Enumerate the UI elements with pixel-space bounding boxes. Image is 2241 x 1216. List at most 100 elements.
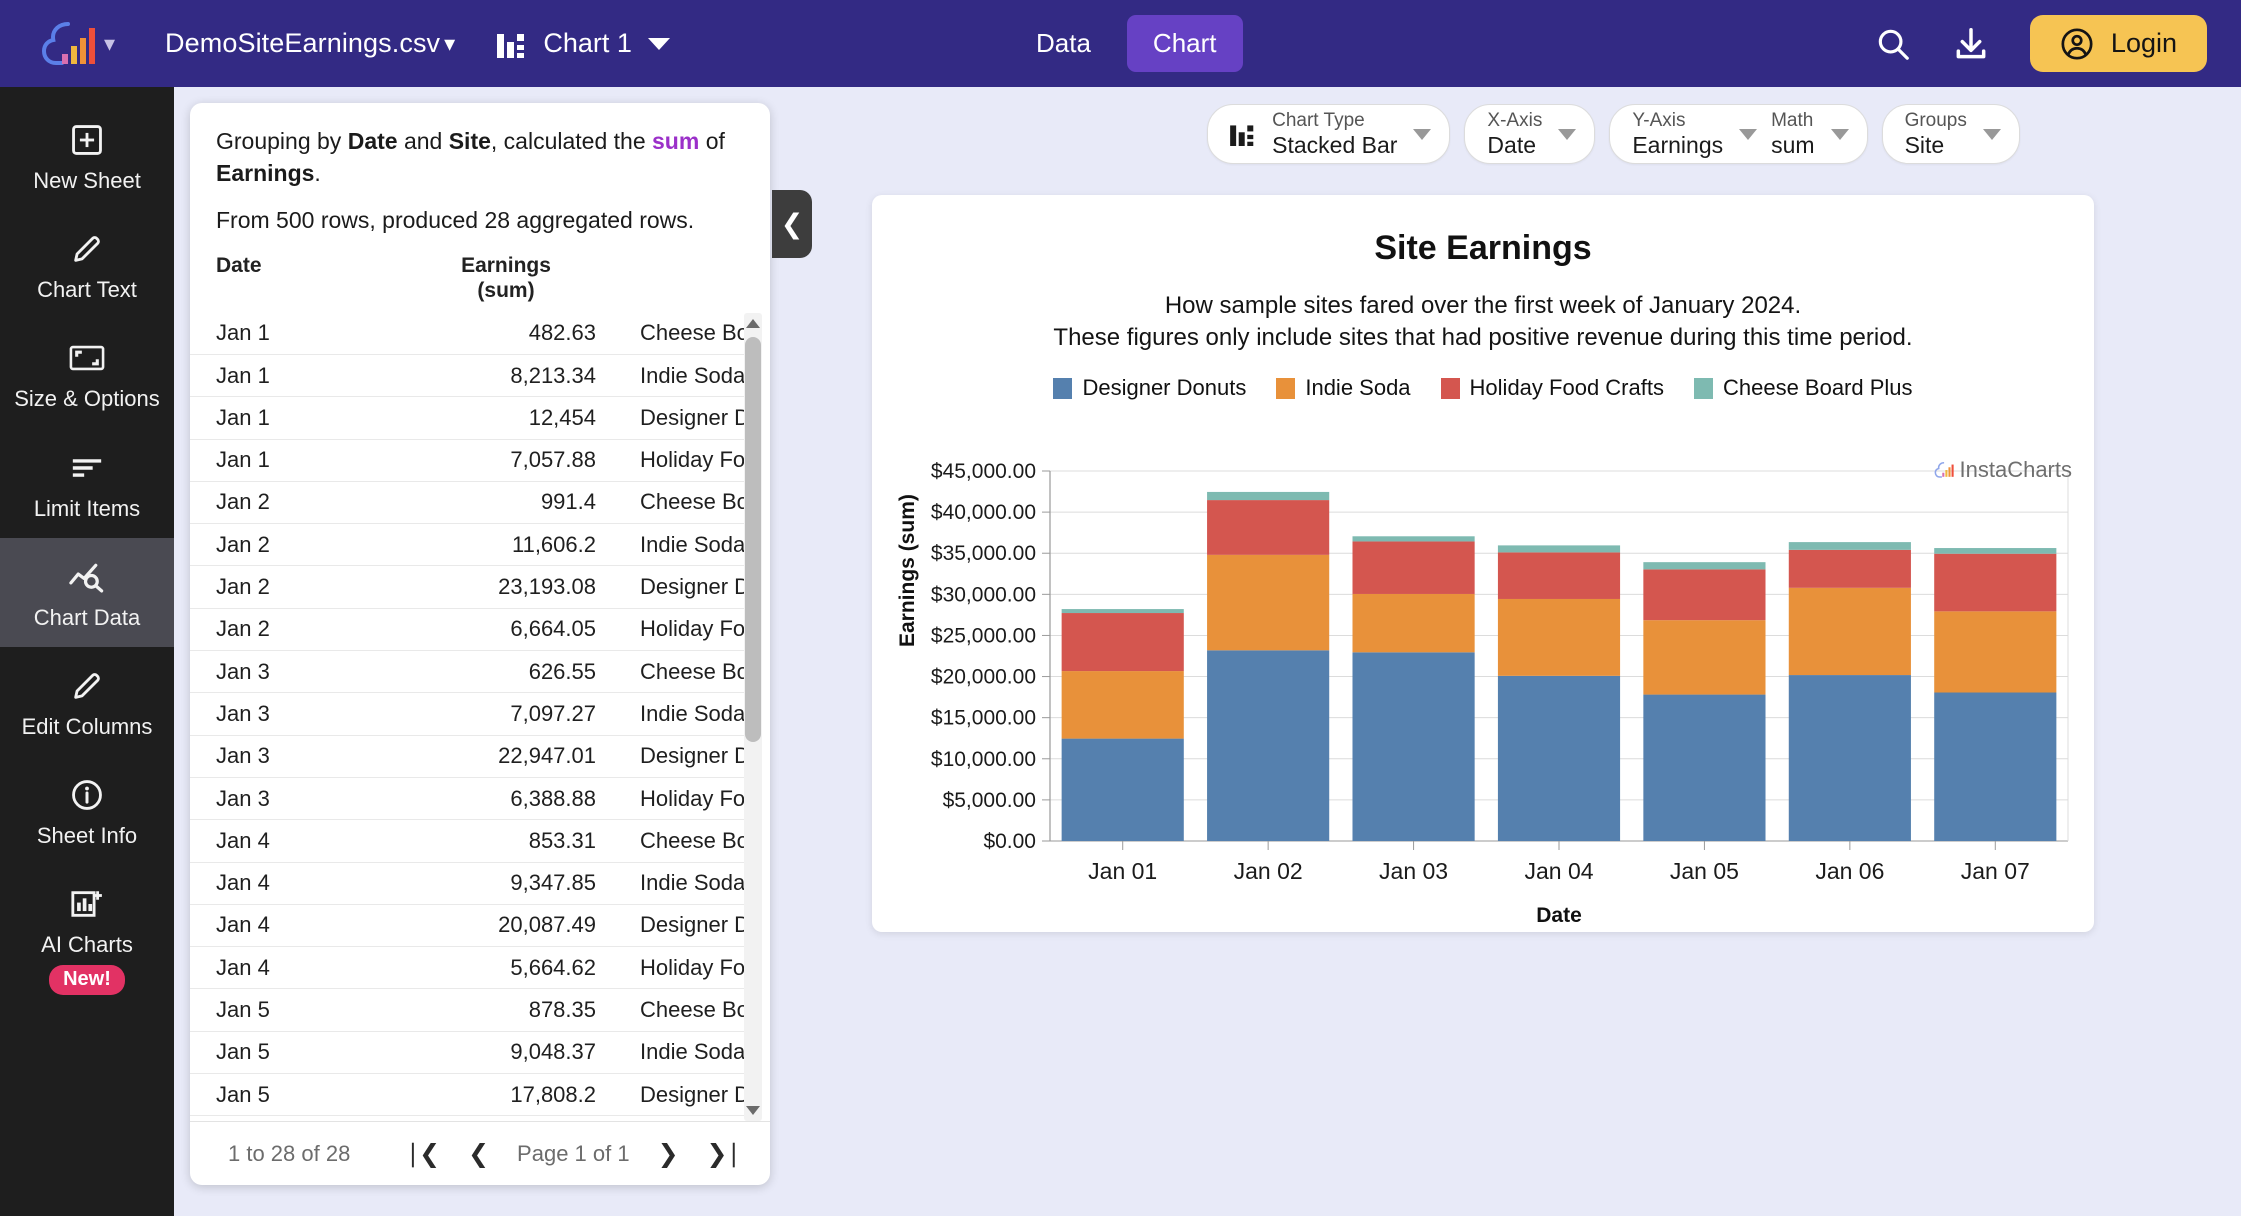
table-row[interactable]: Jan 36,388.88Holiday Foo… xyxy=(190,778,744,820)
download-icon[interactable] xyxy=(1952,25,1990,63)
chart-bar-segment[interactable] xyxy=(1643,562,1765,569)
table-row[interactable]: Jan 4853.31Cheese Boar… xyxy=(190,820,744,862)
scroll-down-icon[interactable] xyxy=(746,1106,760,1115)
search-icon[interactable] xyxy=(1874,25,1912,63)
y-axis-math-dropdown[interactable]: Y-Axis Earnings Math sum xyxy=(1609,104,1867,164)
chart-bar-segment[interactable] xyxy=(1498,676,1620,841)
table-row[interactable]: Jan 17,057.88Holiday Foo… xyxy=(190,440,744,482)
chart-bar-segment[interactable] xyxy=(1643,620,1765,694)
table-row[interactable]: Jan 112,454Designer Do… xyxy=(190,397,744,439)
table-row[interactable]: Jan 420,087.49Designer Do… xyxy=(190,905,744,947)
chart-bar-segment[interactable] xyxy=(1789,550,1911,588)
tab-chart[interactable]: Chart xyxy=(1127,15,1243,72)
cell-date: Jan 3 xyxy=(216,786,416,812)
math-field[interactable]: Math sum xyxy=(1771,110,1848,158)
file-name-menu[interactable]: DemoSiteEarnings.csv ▾ xyxy=(165,28,455,59)
x-axis-dropdown[interactable]: X-Axis Date xyxy=(1464,104,1595,164)
table-row[interactable]: Jan 517,808.2Designer Do… xyxy=(190,1074,744,1116)
groups-dropdown[interactable]: Groups Site xyxy=(1882,104,2020,164)
sidebar-item-chart-data[interactable]: Chart Data xyxy=(0,538,174,647)
chart-bar-segment[interactable] xyxy=(1934,554,2056,612)
logo-menu[interactable]: ▾ xyxy=(38,16,115,72)
next-page-icon[interactable]: ❯ xyxy=(658,1139,679,1169)
table-row[interactable]: Jan 37,097.27Indie Soda xyxy=(190,693,744,735)
chart-bar-segment[interactable] xyxy=(1643,569,1765,620)
table-row[interactable]: Jan 211,606.2Indie Soda xyxy=(190,524,744,566)
sidebar-item-ai-charts[interactable]: AI Charts New! xyxy=(0,865,174,1011)
chart-bar-segment[interactable] xyxy=(1207,650,1329,841)
cell-site: Cheese Boar… xyxy=(596,997,744,1023)
sidebar-item-sheet-info[interactable]: Sheet Info xyxy=(0,756,174,865)
chart-bar-segment[interactable] xyxy=(1934,693,2056,841)
last-page-icon[interactable]: ❯∣ xyxy=(707,1139,740,1169)
grouping-summary-text: Grouping by Date and Site, calculated th… xyxy=(216,125,744,189)
table-row[interactable]: Jan 1482.63Cheese Boar… xyxy=(190,313,744,355)
chart-selector[interactable]: Chart 1 xyxy=(497,28,670,59)
chart-bar-segment[interactable] xyxy=(1352,594,1474,652)
chart-bar-segment[interactable] xyxy=(1207,500,1329,555)
cell-site: Cheese Boar… xyxy=(596,320,744,346)
sidebar-item-edit-columns[interactable]: Edit Columns xyxy=(0,647,174,756)
grouping-summary: Grouping by Date and Site, calculated th… xyxy=(190,103,770,234)
cell-date: Jan 1 xyxy=(216,447,416,473)
chart-bar-segment[interactable] xyxy=(1352,536,1474,541)
y-axis-field[interactable]: Y-Axis Earnings xyxy=(1632,110,1757,158)
cell-site: Cheese Boar… xyxy=(596,659,744,685)
sidebar-item-chart-text[interactable]: Chart Text xyxy=(0,210,174,319)
legend-item[interactable]: Holiday Food Crafts xyxy=(1441,375,1664,401)
chart-bar-segment[interactable] xyxy=(1789,542,1911,550)
column-header-earnings[interactable]: Earnings (sum) xyxy=(416,254,596,302)
chart-bar-segment[interactable] xyxy=(1352,652,1474,841)
chart-bar-segment[interactable] xyxy=(1498,599,1620,676)
scroll-up-icon[interactable] xyxy=(746,319,760,328)
y-axis-value: Earnings xyxy=(1632,132,1723,158)
tab-data[interactable]: Data xyxy=(1010,15,1117,72)
table-row[interactable]: Jan 26,664.05Holiday Foo… xyxy=(190,609,744,651)
y-axis-tick-label: $45,000.00 xyxy=(931,460,1036,483)
sidebar-label-limit-items: Limit Items xyxy=(4,497,170,521)
chart-bar-segment[interactable] xyxy=(1062,671,1184,739)
chart-bar-segment[interactable] xyxy=(1062,609,1184,613)
legend-item[interactable]: Cheese Board Plus xyxy=(1694,375,1913,401)
summary-group1: Date xyxy=(348,128,398,154)
cell-earnings: 8,213.34 xyxy=(416,363,596,389)
chart-bar-segment[interactable] xyxy=(1352,541,1474,594)
collapse-panel-button[interactable]: ❮ xyxy=(772,190,812,258)
chart-bar-segment[interactable] xyxy=(1498,545,1620,552)
chart-bar-segment[interactable] xyxy=(1207,555,1329,650)
chart-bar-segment[interactable] xyxy=(1498,552,1620,599)
table-row[interactable]: Jan 3626.55Cheese Boar… xyxy=(190,651,744,693)
chart-bar-segment[interactable] xyxy=(1643,695,1765,841)
table-row[interactable]: Jan 56,178.06Holiday Foo… xyxy=(190,1116,744,1121)
table-row[interactable]: Jan 49,347.85Indie Soda xyxy=(190,863,744,905)
sidebar-item-size-options[interactable]: Size & Options xyxy=(0,319,174,428)
chart-bar-segment[interactable] xyxy=(1789,675,1911,841)
stacked-bar-chart[interactable]: $0.00$5,000.00$10,000.00$15,000.00$20,00… xyxy=(872,447,2094,932)
table-row[interactable]: Jan 2991.4Cheese Boar… xyxy=(190,482,744,524)
first-page-icon[interactable]: ∣❮ xyxy=(407,1139,440,1169)
chart-bar-segment[interactable] xyxy=(1207,492,1329,500)
sidebar-item-limit-items[interactable]: Limit Items xyxy=(0,429,174,538)
login-button[interactable]: Login xyxy=(2030,15,2207,72)
chart-bar-segment[interactable] xyxy=(1789,588,1911,675)
chart-type-dropdown[interactable]: Chart Type Stacked Bar xyxy=(1207,104,1450,164)
table-row[interactable]: Jan 322,947.01Designer Do… xyxy=(190,736,744,778)
table-row[interactable]: Jan 18,213.34Indie Soda xyxy=(190,355,744,397)
chart-bar-segment[interactable] xyxy=(1062,739,1184,841)
chart-bar-segment[interactable] xyxy=(1934,548,2056,554)
legend-item[interactable]: Indie Soda xyxy=(1276,375,1410,401)
table-row[interactable]: Jan 5878.35Cheese Boar… xyxy=(190,989,744,1031)
table-row[interactable]: Jan 45,664.62Holiday Foo… xyxy=(190,947,744,989)
cell-site: Cheese Boar… xyxy=(596,828,744,854)
legend-item[interactable]: Designer Donuts xyxy=(1053,375,1246,401)
scrollbar-thumb[interactable] xyxy=(745,337,761,742)
table-scrollbar[interactable] xyxy=(744,313,762,1121)
chart-bar-segment[interactable] xyxy=(1062,613,1184,671)
prev-page-icon[interactable]: ❮ xyxy=(468,1139,489,1169)
sidebar-item-new-sheet[interactable]: New Sheet xyxy=(0,101,174,210)
column-header-date[interactable]: Date xyxy=(216,254,416,302)
chart-bar-segment[interactable] xyxy=(1934,611,2056,692)
table-row[interactable]: Jan 223,193.08Designer Do… xyxy=(190,566,744,608)
table-row[interactable]: Jan 59,048.37Indie Soda xyxy=(190,1032,744,1074)
logo-chevron-down-icon: ▾ xyxy=(104,33,115,55)
